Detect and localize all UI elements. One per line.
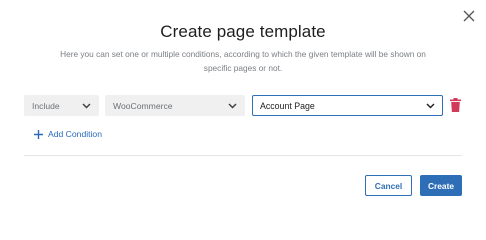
cancel-label: Cancel: [374, 180, 403, 191]
condition-type-select[interactable]: Include: [24, 95, 99, 116]
add-condition-button[interactable]: Add Condition: [34, 127, 102, 141]
chevron-down-icon: [82, 103, 91, 109]
chevron-down-icon: [228, 103, 237, 109]
trash-icon[interactable]: [450, 98, 461, 112]
create-template-dialog: Create page template Here you can set on…: [0, 0, 486, 220]
condition-row: Include WooCommerce Account Page: [0, 95, 486, 116]
condition-source-select[interactable]: WooCommerce: [105, 95, 245, 116]
cancel-button[interactable]: Cancel: [365, 175, 412, 196]
condition-source-value: WooCommerce: [113, 100, 173, 111]
plus-icon: [34, 129, 43, 139]
condition-page-select[interactable]: Account Page: [252, 95, 443, 116]
footer-divider: [24, 155, 462, 156]
condition-page-value: Account Page: [260, 100, 315, 111]
create-label: Create: [427, 180, 455, 191]
dialog-description: Here you can set one or multiple conditi…: [60, 49, 426, 73]
dialog-title: Create page template: [160, 22, 326, 41]
condition-type-value: Include: [32, 100, 60, 111]
chevron-down-icon: [426, 103, 435, 109]
create-button[interactable]: Create: [420, 175, 462, 196]
close-icon: [463, 10, 475, 22]
add-condition-label: Add Condition: [48, 129, 102, 139]
